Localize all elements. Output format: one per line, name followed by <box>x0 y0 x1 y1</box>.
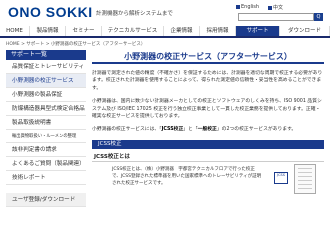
nav-download[interactable]: ダウンロード <box>280 26 330 36</box>
sidebar-item-export[interactable]: 輸出貨物取扱い・ルーメンの整理 <box>6 130 86 143</box>
search-input[interactable] <box>238 13 314 21</box>
sidebar-item-user-registration[interactable]: ユーザ登録/ダウンロード <box>6 193 86 207</box>
ono-sokki-logo[interactable]: ONO SOKKI <box>8 4 93 20</box>
sidebar-item-quality[interactable]: 品質保証とトレーサビリティ <box>6 60 86 74</box>
sidebar-item-classification[interactable]: 該非判定書の請求 <box>6 143 86 157</box>
nav-support[interactable]: サポート <box>236 26 280 36</box>
nav-seminar[interactable]: セミナー <box>66 26 102 36</box>
square-icon <box>268 5 272 10</box>
nav-recruit[interactable]: 採用情報 <box>200 26 236 36</box>
subheading-jcss: JCSS校正とは <box>92 153 324 162</box>
jcss-certificate-image: JCSS <box>268 163 320 194</box>
sidebar-item-calibration[interactable]: 小野測器の校正サービス <box>6 74 86 88</box>
site-header: ONO SOKKI 計測機器から解析システムまで English 中文 Q <box>0 0 330 26</box>
nav-company[interactable]: 企業情報 <box>164 26 200 36</box>
breadcrumb: HOME > サポート > 小野測器の校正サービス（アフターサービス） <box>6 42 146 47</box>
page-title: 小野測器の校正サービス（アフターサービス） <box>92 50 324 64</box>
intro-paragraph-2: 小野測器は、国内に数少ない計測器メーカとしての校正とソフトウェアのしくみを持ち、… <box>92 99 322 120</box>
util-english-link[interactable]: English <box>236 4 259 10</box>
jcss-description: JCSS校正とは、（株）小野測器 宇都宮テクニカルフロアで行った校正で、JCSS… <box>92 163 324 206</box>
certificate-document-icon <box>294 163 316 194</box>
section-bar-jcss: JCSS校正 <box>92 139 324 149</box>
tagline: 計測機器から解析システムまで <box>96 11 173 17</box>
sidebar-heading: サポート一覧 <box>6 50 86 60</box>
sidebar-item-manuals[interactable]: 製品取扱説明書 <box>6 116 86 130</box>
nav-products[interactable]: 製品情報 <box>30 26 66 36</box>
sidebar-item-tech-report[interactable]: 技術レポート <box>6 171 86 185</box>
nav-home[interactable]: HOME <box>0 26 30 36</box>
sidebar-item-explosion-proof[interactable]: 防爆構造器具型式検定合格品 <box>6 102 86 116</box>
search-button[interactable]: Q <box>314 13 323 21</box>
jcss-text: JCSS校正とは、（株）小野測器 宇都宮テクニカルフロアで行った校正で、JCSS… <box>112 166 262 186</box>
nav-technical-service[interactable]: テクニカルサービス <box>102 26 164 36</box>
util-chinese-link[interactable]: 中文 <box>268 4 283 11</box>
jcss-mark-icon: JCSS <box>274 171 288 184</box>
main-content: 小野測器の校正サービス（アフターサービス） 計測器で測定された値の精度（不確かさ… <box>92 50 324 206</box>
sidebar: サポート一覧 品質保証とトレーサビリティ 小野測器の校正サービス 小野測器の製品… <box>6 50 86 207</box>
sidebar-item-faq[interactable]: よくあるご質問（製品関連） <box>6 157 86 171</box>
square-icon <box>236 5 240 9</box>
global-nav: HOME 製品情報 セミナー テクニカルサービス 企業情報 採用情報 サポート … <box>0 26 330 38</box>
intro-paragraph-3: 小野測器の校正サービスには、「JCSS校正」と「一般校正」の2つの校正サービスが… <box>92 127 297 133</box>
logo-text: ONO SOKKI <box>8 4 93 20</box>
sidebar-item-warranty[interactable]: 小野測器の製品保証 <box>6 88 86 102</box>
intro-paragraph-1: 計測器で測定された値の精度（不確かさ）を保証するためには、計測器を適切な周期で校… <box>92 71 323 91</box>
